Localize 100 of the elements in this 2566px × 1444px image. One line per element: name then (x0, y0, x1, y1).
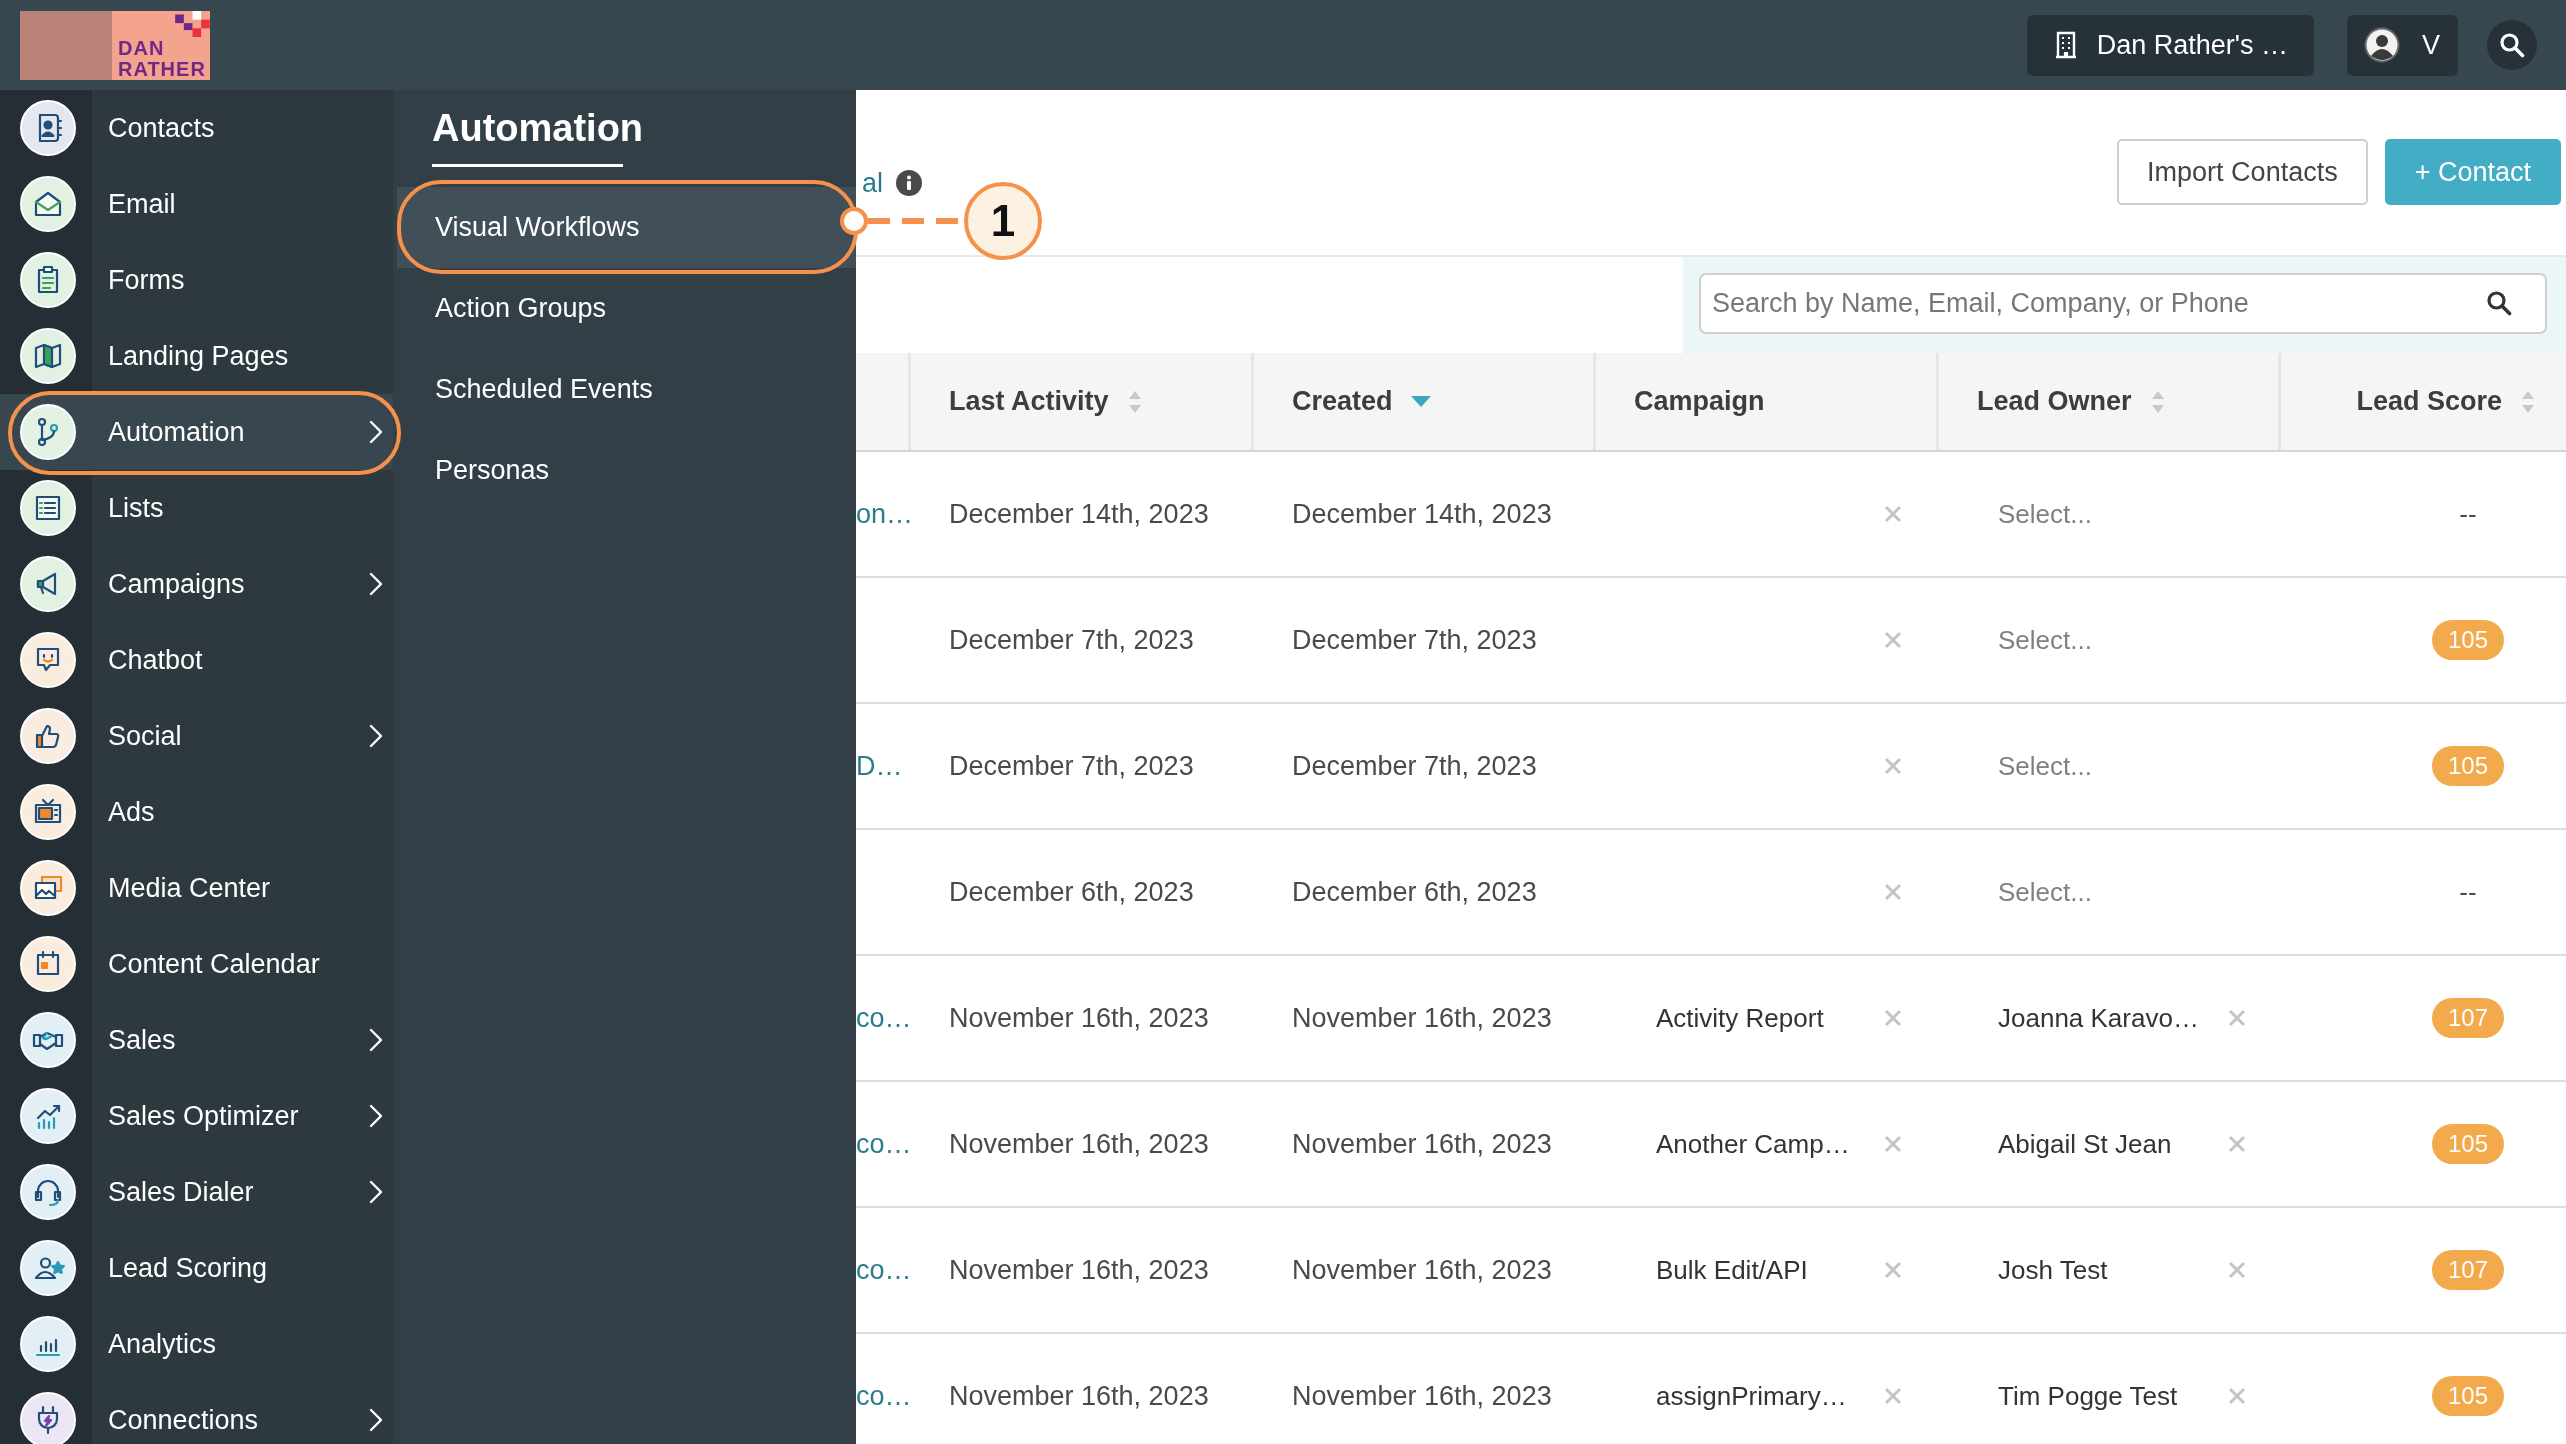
clear-icon[interactable] (2228, 1009, 2246, 1027)
megaphone-icon (20, 556, 76, 612)
column-title[interactable]: Lead Score (2356, 386, 2502, 417)
last-activity-date: November 16th, 2023 (949, 1128, 1209, 1160)
sidebar-item[interactable]: Contacts (0, 90, 393, 166)
email-fragment[interactable]: co… (856, 1254, 912, 1286)
submenu-item[interactable]: Visual Workflows (397, 187, 856, 268)
avatar-icon (2364, 27, 2400, 63)
sidebar-item[interactable]: Social (0, 698, 393, 774)
building-icon (2054, 31, 2077, 59)
owner-select[interactable]: Select... (1998, 624, 2092, 656)
account-switcher-button[interactable]: Dan Rather's … (2026, 14, 2314, 76)
user-menu-button[interactable]: V (2347, 14, 2458, 76)
clear-icon[interactable] (1884, 1009, 1902, 1027)
clear-icon[interactable] (1884, 1135, 1902, 1153)
last-activity-date: November 16th, 2023 (949, 1380, 1209, 1412)
campaign-name: Activity Report (1656, 1002, 1824, 1034)
owner-select[interactable]: Select... (1998, 498, 2092, 530)
owner-name[interactable]: Josh Test (1998, 1254, 2108, 1286)
sidebar-item[interactable]: Chatbot (0, 622, 393, 698)
lead-score-badge: 105 (2432, 620, 2504, 660)
created-date: November 16th, 2023 (1292, 1380, 1552, 1412)
clipboard-icon (20, 252, 76, 308)
lead-score-badge: 105 (2432, 746, 2504, 786)
search-icon[interactable] (2486, 290, 2512, 316)
clear-icon[interactable] (2228, 1261, 2246, 1279)
last-activity-date: November 16th, 2023 (949, 1002, 1209, 1034)
clear-icon[interactable] (1884, 883, 1902, 901)
owner-name[interactable]: Tim Pogge Test (1998, 1380, 2178, 1412)
owner-select[interactable]: Select... (1998, 876, 2092, 908)
sidebar-item[interactable]: Lists (0, 470, 393, 546)
created-date: December 7th, 2023 (1292, 750, 1537, 782)
email-fragment[interactable]: co… (856, 1128, 912, 1160)
last-activity-date: November 16th, 2023 (949, 1254, 1209, 1286)
headset-icon (20, 1164, 76, 1220)
plug-icon (20, 1392, 76, 1444)
clear-icon[interactable] (2228, 1135, 2246, 1153)
clear-icon[interactable] (1884, 631, 1902, 649)
sidebar-item[interactable]: Sales (0, 1002, 393, 1078)
search-field[interactable]: Search by Name, Email, Company, or Phone (1699, 273, 2547, 334)
submenu-item[interactable]: Personas (397, 430, 856, 511)
owner-name[interactable]: Abigail St Jean (1998, 1128, 2172, 1160)
branch-icon (20, 404, 76, 460)
column-title: Campaign (1634, 386, 1765, 417)
image-icon (20, 860, 76, 916)
sidebar-item[interactable]: Analytics (0, 1306, 393, 1382)
sidebar-item[interactable]: Automation (0, 394, 393, 470)
sidebar-item[interactable]: Sales Dialer (0, 1154, 393, 1230)
clear-icon[interactable] (1884, 505, 1902, 523)
list-icon (20, 480, 76, 536)
sidebar-item[interactable]: Campaigns (0, 546, 393, 622)
lead-score-text: -- (2459, 498, 2477, 530)
sidebar-item[interactable]: Sales Optimizer (0, 1078, 393, 1154)
lead-score-badge: 105 (2432, 1376, 2504, 1416)
clear-icon[interactable] (1884, 757, 1902, 775)
campaign-name: Another Camp… (1656, 1128, 1850, 1160)
column-title[interactable]: Last Activity (949, 386, 1109, 417)
import-contacts-button[interactable]: Import Contacts (2117, 139, 2368, 205)
sidebar-item[interactable]: Media Center (0, 850, 393, 926)
search-button[interactable] (2487, 20, 2537, 70)
lead-score-badge: 105 (2432, 1124, 2504, 1164)
bar-chart-icon (20, 1316, 76, 1372)
submenu-item[interactable]: Action Groups (397, 268, 856, 349)
search-icon (2499, 32, 2525, 58)
email-fragment[interactable]: co… (856, 1002, 912, 1034)
sidebar-item[interactable]: Landing Pages (0, 318, 393, 394)
logo[interactable]: DAN RATHER (20, 10, 210, 80)
created-date: November 16th, 2023 (1292, 1254, 1552, 1286)
email-fragment[interactable]: D… (856, 750, 903, 782)
created-date: December 6th, 2023 (1292, 876, 1537, 908)
created-date: December 14th, 2023 (1292, 498, 1552, 530)
owner-name[interactable]: Joanna Karavo… (1998, 1002, 2199, 1034)
tv-icon (20, 784, 76, 840)
email-fragment[interactable]: on… (856, 498, 914, 530)
sidebar-item[interactable]: Lead Scoring (0, 1230, 393, 1306)
info-icon (896, 170, 922, 196)
column-title[interactable]: Created (1292, 386, 1393, 417)
sidebar-item[interactable]: Connections (0, 1382, 393, 1444)
sort-descending-icon[interactable] (1410, 395, 1431, 408)
clear-icon[interactable] (1884, 1387, 1902, 1405)
sidebar-item[interactable]: Content Calendar (0, 926, 393, 1002)
last-activity-date: December 7th, 2023 (949, 750, 1194, 782)
sidebar-item[interactable]: Ads (0, 774, 393, 850)
lead-score-badge: 107 (2432, 1250, 2504, 1290)
last-activity-date: December 6th, 2023 (949, 876, 1194, 908)
lead-score-badge: 107 (2432, 998, 2504, 1038)
created-date: November 16th, 2023 (1292, 1128, 1552, 1160)
column-title[interactable]: Lead Owner (1977, 386, 2132, 417)
sidebar-item[interactable]: Forms (0, 242, 393, 318)
owner-select[interactable]: Select... (1998, 750, 2092, 782)
submenu-item[interactable]: Scheduled Events (397, 349, 856, 430)
clear-icon[interactable] (1884, 1261, 1902, 1279)
sidebar-item[interactable]: Email (0, 166, 393, 242)
address-book-icon (20, 100, 76, 156)
email-fragment[interactable]: co… (856, 1380, 912, 1412)
thumbs-up-icon (20, 708, 76, 764)
switch-view-link[interactable]: al (862, 167, 883, 199)
created-date: November 16th, 2023 (1292, 1002, 1552, 1034)
logo-text: RATHER (118, 58, 206, 80)
clear-icon[interactable] (2228, 1387, 2246, 1405)
